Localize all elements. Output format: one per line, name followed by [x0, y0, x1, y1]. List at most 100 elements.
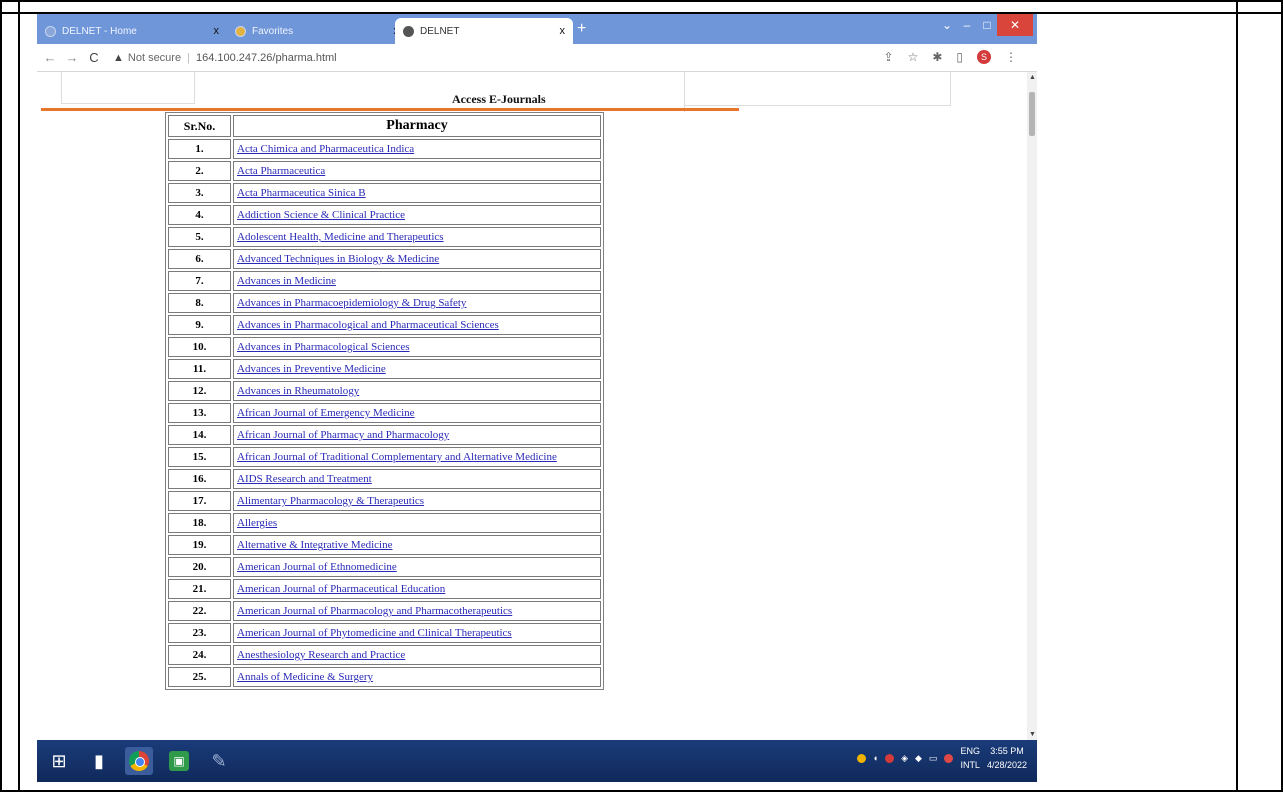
- journal-cell: AIDS Research and Treatment: [233, 469, 601, 489]
- journal-link[interactable]: Advances in Pharmacoepidemiology & Drug …: [237, 297, 466, 309]
- scroll-thumb[interactable]: [1029, 92, 1035, 136]
- journal-link[interactable]: Anesthesiology Research and Practice: [237, 649, 405, 661]
- bookmark-star-icon[interactable]: ☆: [908, 50, 919, 64]
- table-header-row: Sr.No. Pharmacy: [168, 115, 601, 137]
- chrome-icon[interactable]: [125, 747, 153, 775]
- window-close-icon[interactable]: ✕: [997, 14, 1033, 36]
- language-indicator[interactable]: ENG INTL: [960, 744, 980, 772]
- extensions-icon[interactable]: ✱: [932, 50, 942, 64]
- minimize-icon[interactable]: –: [957, 14, 977, 36]
- row-number: 19.: [168, 535, 231, 555]
- network-icon[interactable]: [885, 753, 895, 763]
- journal-link[interactable]: Advances in Medicine: [237, 275, 336, 287]
- antivirus-icon[interactable]: ◈: [901, 753, 908, 764]
- chat-icon[interactable]: ▭: [929, 753, 938, 764]
- warning-icon: ▲: [113, 51, 124, 64]
- close-icon[interactable]: x: [560, 25, 566, 37]
- journal-link[interactable]: Advances in Rheumatology: [237, 385, 359, 397]
- table-row: 19. Alternative & Integrative Medicine: [168, 535, 601, 555]
- tab-delnet[interactable]: DELNET x: [395, 18, 573, 44]
- file-explorer-icon[interactable]: ▮: [85, 747, 113, 775]
- maximize-icon[interactable]: □: [977, 14, 997, 36]
- row-number: 13.: [168, 403, 231, 423]
- table-row: 20. American Journal of Ethnomedicine: [168, 557, 601, 577]
- journal-link[interactable]: Acta Chimica and Pharmaceutica Indica: [237, 143, 414, 155]
- journal-link[interactable]: Acta Pharmaceutica Sinica B: [237, 187, 366, 199]
- notification-icon[interactable]: [856, 753, 866, 763]
- journal-link[interactable]: Advances in Pharmacological Sciences: [237, 341, 410, 353]
- row-number: 14.: [168, 425, 231, 445]
- journal-link[interactable]: American Journal of Phytomedicine and Cl…: [237, 627, 512, 639]
- chevron-down-icon[interactable]: ⌄: [937, 14, 957, 36]
- journal-link[interactable]: Annals of Medicine & Surgery: [237, 671, 373, 683]
- url-field[interactable]: 164.100.247.26/pharma.html: [196, 52, 337, 64]
- row-number: 6.: [168, 249, 231, 269]
- journal-link[interactable]: American Journal of Pharmaceutical Educa…: [237, 583, 445, 595]
- row-number: 11.: [168, 359, 231, 379]
- profile-avatar[interactable]: S: [977, 50, 991, 64]
- globe-icon: [45, 25, 56, 37]
- journal-link[interactable]: Acta Pharmaceutica: [237, 165, 325, 177]
- side-panel-icon[interactable]: ▯: [956, 50, 963, 64]
- journal-link[interactable]: Advances in Pharmacological and Pharmace…: [237, 319, 499, 331]
- row-number: 5.: [168, 227, 231, 247]
- journal-link[interactable]: Addiction Science & Clinical Practice: [237, 209, 405, 221]
- security-tray-icon[interactable]: [944, 753, 954, 763]
- share-icon[interactable]: ⇪: [884, 50, 894, 64]
- scroll-down-arrow-icon[interactable]: ▼: [1029, 731, 1036, 738]
- tab-delnet-home[interactable]: DELNET - Home x: [37, 18, 227, 44]
- table-row: 15. African Journal of Traditional Comple…: [168, 447, 601, 467]
- journal-link[interactable]: American Journal of Ethnomedicine: [237, 561, 397, 573]
- table-row: 17. Alimentary Pharmacology & Therapeutic…: [168, 491, 601, 511]
- journal-link[interactable]: Advanced Techniques in Biology & Medicin…: [237, 253, 439, 265]
- journal-link[interactable]: African Journal of Pharmacy and Pharmaco…: [237, 429, 449, 441]
- frame-divider-right: [1236, 0, 1238, 792]
- journal-cell: Acta Pharmaceutica: [233, 161, 601, 181]
- tray-app-icon[interactable]: ◆: [915, 753, 922, 764]
- journal-cell: Advances in Preventive Medicine: [233, 359, 601, 379]
- journal-link[interactable]: Advances in Preventive Medicine: [237, 363, 386, 375]
- menu-icon[interactable]: ⋮: [1005, 50, 1017, 64]
- back-icon[interactable]: ←: [41, 50, 59, 65]
- journal-link[interactable]: AIDS Research and Treatment: [237, 473, 372, 485]
- tab-label: DELNET - Home: [62, 25, 137, 37]
- journal-cell: African Journal of Emergency Medicine: [233, 403, 601, 423]
- volume-icon[interactable]: ◖: [873, 753, 878, 763]
- row-number: 16.: [168, 469, 231, 489]
- journal-link[interactable]: Alternative & Integrative Medicine: [237, 539, 392, 551]
- journal-link[interactable]: Adolescent Health, Medicine and Therapeu…: [237, 231, 444, 243]
- forward-icon[interactable]: →: [63, 50, 81, 65]
- vertical-scrollbar[interactable]: ▲ ▼: [1027, 72, 1037, 740]
- row-number: 23.: [168, 623, 231, 643]
- row-number: 24.: [168, 645, 231, 665]
- table-row: 24. Anesthesiology Research and Practice: [168, 645, 601, 665]
- new-tab-button[interactable]: +: [577, 20, 586, 38]
- row-number: 25.: [168, 667, 231, 687]
- scroll-up-arrow-icon[interactable]: ▲: [1029, 74, 1036, 81]
- journal-link[interactable]: African Journal of Traditional Complemen…: [237, 451, 557, 463]
- journals-table-body: 1. Acta Chimica and Pharmaceutica Indica 2…: [168, 139, 601, 687]
- close-icon[interactable]: x: [214, 25, 220, 37]
- reload-icon[interactable]: C: [85, 50, 103, 65]
- journal-link[interactable]: African Journal of Emergency Medicine: [237, 407, 415, 419]
- paint-icon[interactable]: ✎: [205, 747, 233, 775]
- table-row: 7. Advances in Medicine: [168, 271, 601, 291]
- column-header-pharmacy: Pharmacy: [233, 115, 601, 137]
- security-indicator[interactable]: ▲ Not secure: [113, 52, 181, 64]
- header-cell-left: [61, 72, 195, 104]
- row-number: 10.: [168, 337, 231, 357]
- system-tray: ◖ ◈ ◆ ▭ ENG INTL 3:55 PM 4/28/2022: [856, 744, 1027, 772]
- windows-start-icon[interactable]: ⊞: [45, 747, 73, 775]
- journal-link[interactable]: American Journal of Pharmacology and Pha…: [237, 605, 512, 617]
- journal-link[interactable]: Allergies: [237, 517, 277, 529]
- clock[interactable]: 3:55 PM 4/28/2022: [987, 744, 1027, 772]
- journal-link[interactable]: Alimentary Pharmacology & Therapeutics: [237, 495, 424, 507]
- store-icon[interactable]: ▣: [165, 747, 193, 775]
- table-row: 11. Advances in Preventive Medicine: [168, 359, 601, 379]
- tab-favorites[interactable]: Favorites x: [227, 18, 407, 44]
- row-number: 17.: [168, 491, 231, 511]
- star-icon: [235, 25, 246, 37]
- table-row: 25. Annals of Medicine & Surgery: [168, 667, 601, 687]
- table-row: 22. American Journal of Pharmacology and …: [168, 601, 601, 621]
- globe-icon: [403, 25, 414, 37]
